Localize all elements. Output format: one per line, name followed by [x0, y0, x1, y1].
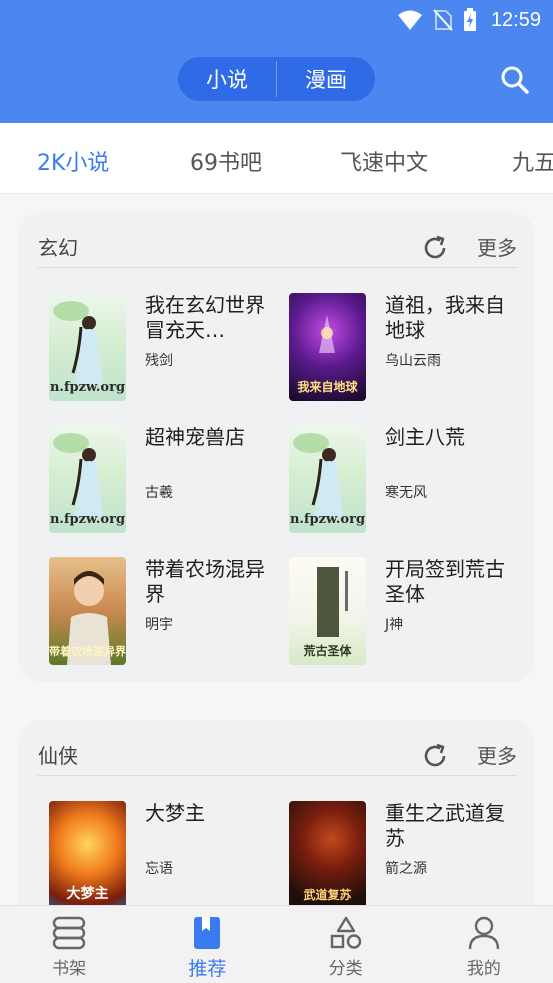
book-cover: n.fpzw.org — [49, 293, 126, 401]
cover-text: n.fpzw.org — [49, 380, 126, 395]
nav-profile[interactable]: 我的 — [415, 906, 553, 983]
book-title: 我在玄幻世界冒充天… — [145, 293, 265, 342]
refresh-icon — [424, 743, 446, 767]
book-author: 乌山云雨 — [385, 353, 441, 369]
book-title: 剑主八荒 — [385, 425, 465, 449]
more-link[interactable]: 更多 — [477, 232, 517, 261]
cover-text: 带着农场混异界 — [49, 645, 126, 658]
book-cover: 荒古圣体 — [289, 557, 366, 665]
book-cover: 大梦主 — [49, 801, 126, 909]
book-item[interactable]: 我来自地球 道祖，我来自地球 乌山云雨 — [289, 293, 519, 403]
wifi-icon — [397, 9, 423, 31]
source-tabs: 2K小说 69书吧 飞速中文 九五 — [0, 123, 553, 194]
book-item[interactable]: 武道复苏 重生之武道复苏 箭之源 — [289, 801, 519, 911]
bookmark-icon — [189, 915, 225, 951]
book-author: 寒无风 — [385, 485, 427, 501]
book-item[interactable]: 荒古圣体 开局签到荒古圣体 J神 — [289, 557, 519, 667]
refresh-button[interactable] — [421, 742, 449, 770]
section-xuanhuan: 玄幻 更多 n.fpzw.org 我在玄幻世界冒充天… 残剑 我来自地球 道祖，… — [19, 212, 534, 682]
bottom-nav: 书架 推荐 分类 我的 — [0, 905, 553, 983]
bookshelf-icon — [51, 915, 87, 951]
book-item[interactable]: n.fpzw.org 超神宠兽店 古羲 — [49, 425, 279, 535]
status-time: 12:59 — [490, 8, 541, 31]
section-header: 玄幻 更多 — [38, 212, 517, 268]
nav-label: 分类 — [328, 959, 363, 979]
book-author: J神 — [385, 617, 404, 633]
book-cover: 武道复苏 — [289, 801, 366, 909]
book-author: 残剑 — [145, 353, 173, 369]
book-item[interactable]: n.fpzw.org 剑主八荒 寒无风 — [289, 425, 519, 535]
cover-text: n.fpzw.org — [289, 512, 366, 527]
section-title: 仙侠 — [38, 744, 78, 768]
book-cover: n.fpzw.org — [49, 425, 126, 533]
no-sim-icon — [433, 9, 453, 31]
tab-2k[interactable]: 2K小说 — [37, 145, 109, 177]
book-title: 带着农场混异界 — [145, 557, 265, 606]
tab-jiuwu[interactable]: 九五 — [512, 145, 553, 177]
cover-text: 我来自地球 — [297, 380, 358, 394]
user-icon — [466, 915, 502, 951]
book-author: 明宇 — [145, 617, 173, 633]
book-title: 开局签到荒古圣体 — [385, 557, 505, 606]
book-author: 古羲 — [145, 485, 173, 501]
book-title: 道祖，我来自地球 — [385, 293, 505, 342]
toggle-comic[interactable]: 漫画 — [277, 57, 375, 101]
nav-label: 我的 — [466, 959, 501, 979]
book-author: 忘语 — [145, 861, 173, 877]
nav-label: 书架 — [52, 959, 87, 979]
book-title: 大梦主 — [145, 801, 205, 825]
cover-text: 武道复苏 — [303, 888, 352, 902]
status-bar: 12:59 — [397, 6, 541, 34]
book-cover: n.fpzw.org — [289, 425, 366, 533]
book-title: 重生之武道复苏 — [385, 801, 505, 850]
cover-text: 大梦主 — [66, 886, 109, 902]
book-item[interactable]: 带着农场混异界 带着农场混异界 明宇 — [49, 557, 279, 667]
book-cover: 我来自地球 — [289, 293, 366, 401]
search-icon — [501, 66, 529, 94]
content-type-toggle: 小说 漫画 — [178, 57, 375, 101]
nav-bookshelf[interactable]: 书架 — [0, 906, 138, 983]
cover-text: 荒古圣体 — [303, 644, 352, 658]
toggle-novel[interactable]: 小说 — [178, 57, 276, 101]
refresh-button[interactable] — [421, 234, 449, 262]
cover-text: n.fpzw.org — [49, 512, 126, 527]
book-item[interactable]: n.fpzw.org 我在玄幻世界冒充天… 残剑 — [49, 293, 279, 403]
book-item[interactable]: 大梦主 大梦主 忘语 — [49, 801, 279, 911]
nav-category[interactable]: 分类 — [277, 906, 415, 983]
more-link[interactable]: 更多 — [477, 740, 517, 769]
nav-label: 推荐 — [188, 958, 227, 980]
section-title: 玄幻 — [38, 236, 78, 260]
book-title: 超神宠兽店 — [145, 425, 245, 449]
nav-recommend[interactable]: 推荐 — [138, 906, 276, 983]
book-author: 箭之源 — [385, 861, 427, 877]
refresh-icon — [424, 235, 446, 259]
battery-charging-icon — [463, 8, 477, 32]
section-header: 仙侠 更多 — [38, 720, 517, 776]
tab-feisu[interactable]: 飞速中文 — [340, 145, 428, 177]
search-button[interactable] — [499, 64, 531, 96]
app-header: 12:59 小说 漫画 — [0, 0, 553, 123]
category-icon — [328, 915, 364, 951]
tab-69shuba[interactable]: 69书吧 — [190, 145, 262, 177]
book-cover: 带着农场混异界 — [49, 557, 126, 665]
